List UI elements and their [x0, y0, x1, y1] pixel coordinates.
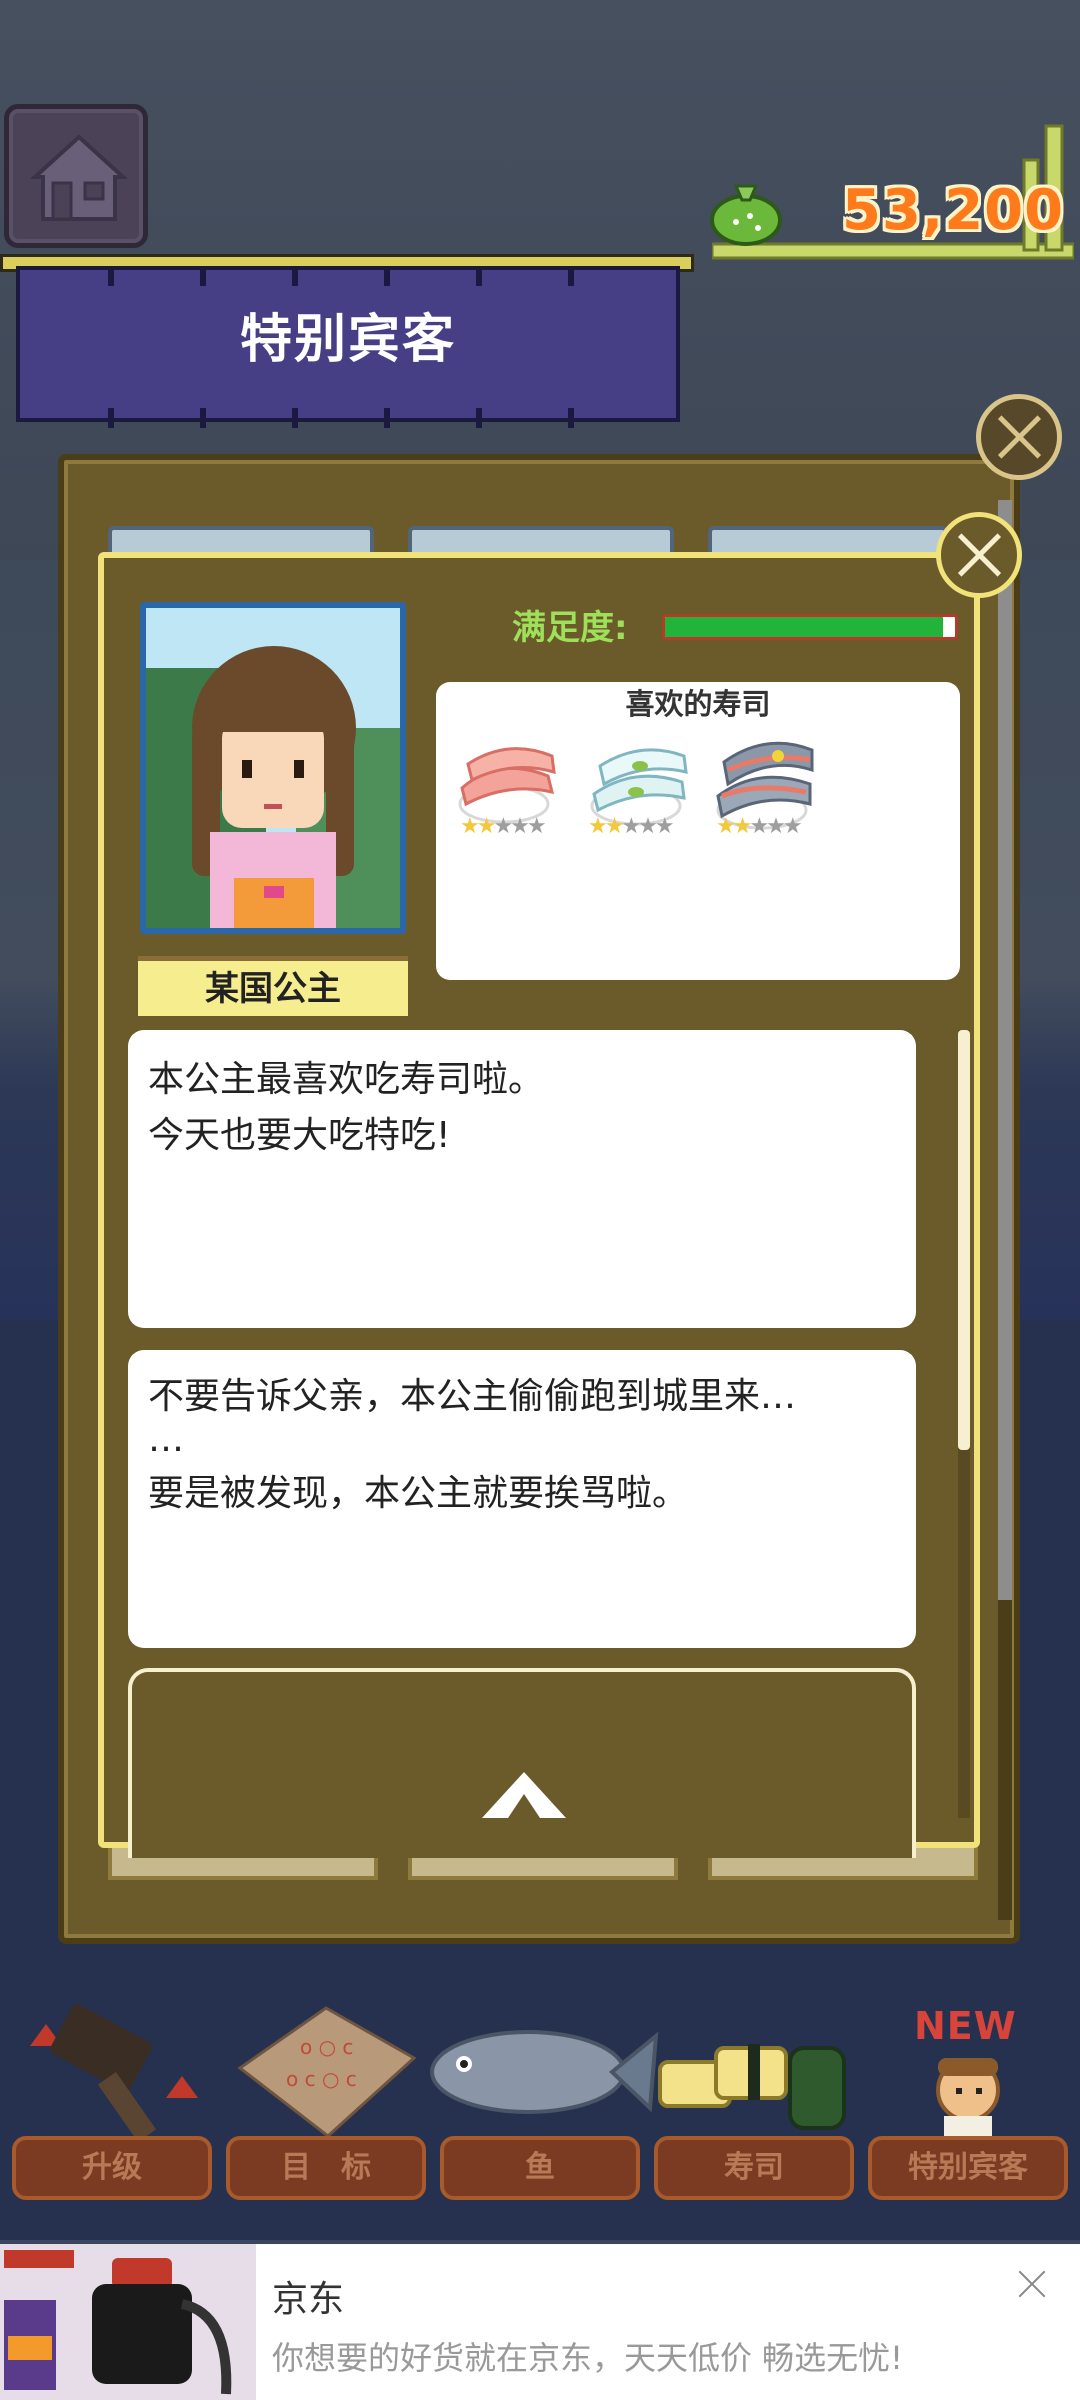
close-button[interactable] — [936, 512, 1022, 598]
svg-text:o ○ c: o ○ c — [300, 2035, 353, 2059]
princess-portrait-icon — [146, 608, 400, 928]
satisfaction-label: 满足度: — [512, 608, 628, 648]
house-icon — [31, 134, 127, 221]
guest-name: 某国公主 — [138, 956, 408, 1016]
dialog-scroll-thumb[interactable] — [958, 1030, 970, 1450]
svg-text:o c ○ c: o c ○ c — [286, 2067, 357, 2091]
dialog-bubble: 不要告诉父亲，本公主偷偷跑到城里来… … 要是被发现，本公主就要挨骂啦。 — [128, 1350, 916, 1648]
satisfaction-bar — [662, 614, 958, 640]
sushi-icon — [658, 2044, 846, 2130]
satisfaction-fill — [665, 617, 944, 637]
guest-icon — [936, 2058, 1000, 2136]
locked-dialog-bubble — [128, 1668, 916, 1858]
board-icon: o ○ c o c ○ c — [237, 2006, 417, 2138]
dialog-line: 今天也要大吃特吃! — [148, 1115, 451, 1156]
ad-title[interactable]: 京东 — [272, 2278, 344, 2322]
vacuum-product-icon — [0, 2244, 256, 2400]
hammer-icon — [30, 2004, 198, 2142]
dialog-bubble: 本公主最喜欢吃寿司啦。 今天也要大吃特吃! — [128, 1030, 916, 1328]
scroll-up-arrow-icon[interactable] — [478, 1768, 570, 1818]
guest-portrait — [140, 602, 406, 934]
new-badge: NEW — [914, 2004, 1017, 2048]
outer-scroll-thumb[interactable] — [998, 500, 1012, 1600]
ad-close-icon[interactable] — [1014, 2266, 1050, 2302]
dialog-line: 要是被发现，本公主就要挨骂啦。 — [148, 1473, 689, 1514]
nav-upgrade-button[interactable]: 升级 — [12, 2136, 212, 2200]
nav-sushi-button[interactable]: 寿司 — [654, 2136, 854, 2200]
sushi-rating-3: ★★★★★ — [716, 814, 803, 839]
dialog-line: 本公主最喜欢吃寿司啦。 — [148, 1059, 545, 1100]
fish-icon — [430, 2030, 659, 2114]
page-title: 特别宾客 — [239, 310, 456, 370]
sushi-rating-2: ★★★★★ — [588, 814, 675, 839]
sushi-rating-1: ★★★★★ — [460, 814, 547, 839]
coin-counter: 53,200 — [842, 178, 1065, 243]
home-button[interactable] — [4, 104, 148, 248]
favorite-sushi-title: 喜欢的寿司 — [625, 687, 771, 721]
dialog-line: 不要告诉父亲，本公主偷偷跑到城里来… — [148, 1376, 797, 1417]
nav-goals-button[interactable]: 目 标 — [226, 2136, 426, 2200]
outer-close-button[interactable] — [976, 394, 1062, 480]
dialog-line: … — [148, 1419, 184, 1460]
money-bag-icon — [710, 184, 782, 246]
ad-image[interactable] — [0, 2244, 256, 2400]
nav-special-guest-button[interactable]: 特别宾客 — [868, 2136, 1068, 2200]
ad-subtitle[interactable]: 你想要的好货就在京东，天天低价 畅选无忧! — [272, 2336, 903, 2380]
nav-fish-button[interactable]: 鱼 — [440, 2136, 640, 2200]
